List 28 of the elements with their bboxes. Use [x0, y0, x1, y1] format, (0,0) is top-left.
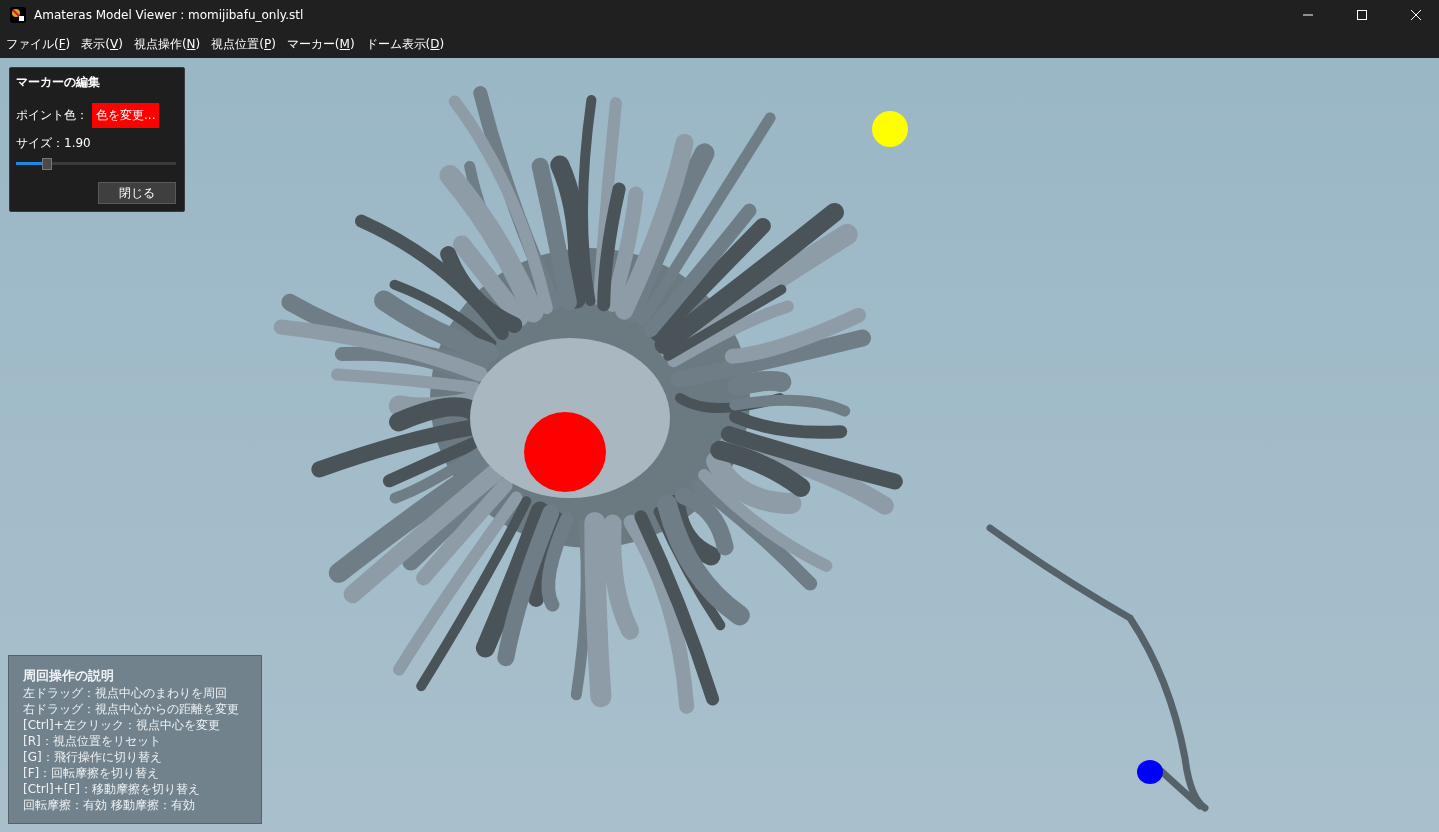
menu-item[interactable]: 表示(V) — [81, 35, 123, 53]
panel-title: マーカーの編集 — [16, 74, 101, 91]
maximize-icon — [1357, 10, 1367, 20]
marker-dot[interactable] — [1137, 760, 1163, 784]
menu-item[interactable]: ドーム表示(D) — [365, 35, 445, 53]
help-title: 周回操作の説明 — [23, 668, 115, 684]
menu-item[interactable]: ファイル(F) — [6, 35, 71, 53]
menu-item[interactable]: マーカー(M) — [286, 35, 355, 53]
marker-dot[interactable] — [524, 412, 606, 492]
help-line: 左ドラッグ：視点中心のまわりを周回 — [23, 685, 228, 701]
help-line: [F]：回転摩擦を切り替え — [23, 765, 161, 781]
slider-thumb[interactable] — [42, 158, 52, 170]
close-panel-button[interactable]: 閉じる — [98, 182, 176, 204]
menu-item[interactable]: 視点位置(P) — [211, 35, 276, 53]
menu-item[interactable]: 視点操作(N) — [133, 35, 201, 53]
point-color-label: ポイント色： — [16, 107, 88, 124]
help-line: 右ドラッグ：視点中心からの距離を変更 — [23, 701, 240, 717]
marker-dot[interactable] — [872, 111, 908, 147]
close-icon — [1411, 10, 1421, 20]
help-line: [Ctrl]+[F]：移動摩擦を切り替え — [23, 781, 202, 797]
change-color-button[interactable]: 色を変更... — [92, 103, 160, 128]
size-label: サイズ：1.90 — [16, 135, 92, 152]
window-title: Amateras Model Viewer : momijibafu_only.stl — [34, 8, 304, 22]
help-line: [Ctrl]+左クリック：視点中心を変更 — [23, 717, 221, 733]
help-line: [R]：視点位置をリセット — [23, 733, 162, 749]
help-line: 回転摩擦：有効 移動摩擦：有効 — [23, 797, 196, 813]
help-line: [G]：飛行操作に切り替え — [23, 749, 163, 765]
app-logo-icon — [10, 7, 26, 23]
